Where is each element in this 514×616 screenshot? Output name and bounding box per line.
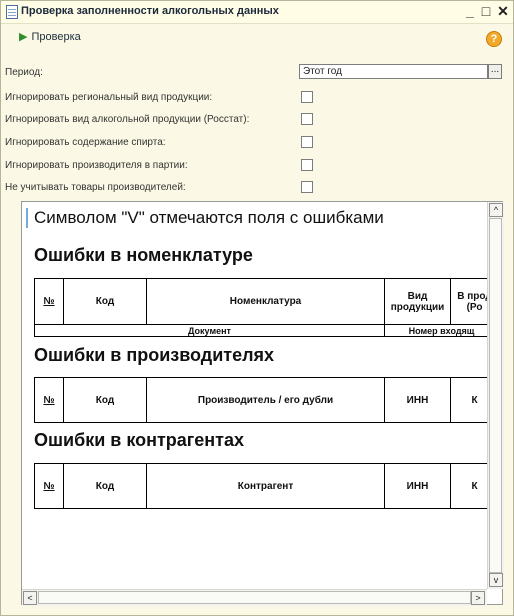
nomenclature-table: № Код Номенклатура Вид продукции В прод … [34,278,488,337]
option-label-exclude: Не учитывать товары производителей: [5,182,186,193]
column-header-counterparty: Контрагент [146,463,385,509]
checkbox-ignore-producer[interactable] [301,159,313,171]
option-label-spirit: Игнорировать содержание спирта: [5,137,166,148]
column-header-incoming-number: Номер входящ [384,324,488,337]
scroll-up-button[interactable]: ^ [489,203,503,217]
column-header-number: № [34,377,64,423]
column-header-number: № [34,278,64,325]
window-title: Проверка заполненности алкогольных данны… [21,5,279,17]
maximize-button[interactable]: □ [478,2,494,20]
checkbox-ignore-spirit[interactable] [301,136,313,148]
scroll-left-button[interactable]: < [23,591,37,605]
checkbox-ignore-rosstat[interactable] [301,113,313,125]
column-header-inn: ИНН [384,377,451,423]
report-content: Символом "V" отмечаются поля с ошибками … [22,202,488,589]
column-header-rosstat-type: В прод (Ро [450,278,488,325]
column-header-code: Код [63,463,147,509]
column-header-nomenclature: Номенклатура [146,278,385,325]
toolbar: ▶ Проверка ? [1,27,513,47]
help-button[interactable]: ? [486,31,502,47]
column-header-kpp: К [450,377,488,423]
dialog-window: Проверка заполненности алкогольных данны… [0,0,514,616]
period-field[interactable]: Этот год [299,64,488,79]
manufacturers-heading: Ошибки в производителях [34,345,275,365]
option-label-regional: Игнорировать региональный вид продукции: [5,92,213,103]
period-select-button[interactable]: ... [488,64,502,79]
column-header-document: Документ [34,324,385,337]
close-button[interactable]: ✕ [495,2,511,20]
column-header-number: № [34,463,64,509]
nomenclature-heading: Ошибки в номенклатуре [34,245,253,265]
column-header-code: Код [63,377,147,423]
column-header-product-type: Вид продукции [384,278,451,325]
checkbox-ignore-regional[interactable] [301,91,313,103]
column-header-kpp: К [450,463,488,509]
checkbox-exclude-producers[interactable] [301,181,313,193]
manufacturers-table: № Код Производитель / его дубли ИНН К [34,377,488,423]
minimize-button[interactable]: _ [462,2,478,20]
column-header-inn: ИНН [384,463,451,509]
play-icon: ▶ [19,31,28,43]
run-check-button[interactable]: ▶ Проверка [19,30,81,43]
report-area[interactable]: Символом "V" отмечаются поля с ошибками … [21,201,504,606]
horizontal-scroll-thumb[interactable] [38,591,471,604]
text-cursor [26,208,28,228]
run-check-label: Проверка [31,31,81,43]
option-label-rosstat: Игнорировать вид алкогольной продукции (… [5,114,250,125]
column-header-manufacturer: Производитель / его дубли [146,377,385,423]
vertical-scroll-thumb[interactable] [489,218,502,573]
document-icon [6,5,18,19]
period-label: Период: [5,67,43,78]
counterparties-table: № Код Контрагент ИНН К [34,463,488,509]
counterparties-heading: Ошибки в контрагентах [34,430,245,450]
scroll-right-button[interactable]: > [471,591,485,605]
horizontal-scrollbar[interactable]: < > [22,589,487,606]
column-header-code: Код [63,278,147,325]
scroll-down-button[interactable]: v [489,573,503,587]
option-label-producer: Игнорировать производителя в партии: [5,160,188,171]
report-hint: Символом "V" отмечаются поля с ошибками [34,208,384,227]
title-bar: Проверка заполненности алкогольных данны… [1,1,513,24]
vertical-scrollbar[interactable]: ^ v [487,202,504,589]
